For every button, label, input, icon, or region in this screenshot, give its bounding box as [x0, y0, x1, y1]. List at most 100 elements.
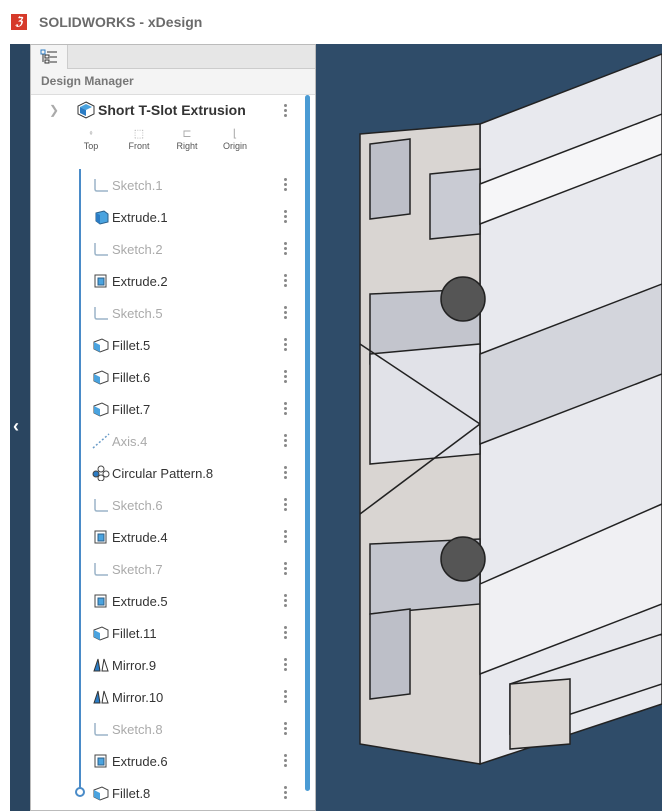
tree-item-circular-pattern-8[interactable]: Circular Pattern.8	[91, 461, 291, 485]
extrude-cut-icon	[91, 272, 111, 290]
origin-icon: ⌊	[232, 128, 238, 140]
tree-item-sketch-6[interactable]: Sketch.6	[91, 493, 291, 517]
tree-item-label: Mirror.10	[112, 689, 164, 705]
part-icon	[77, 101, 95, 119]
more-options-icon[interactable]	[282, 274, 288, 287]
tree-item-extrude-4[interactable]: Extrude.4	[91, 525, 291, 549]
rollback-marker[interactable]	[75, 787, 85, 797]
extrude-cut-icon	[91, 752, 111, 770]
tree-item-mirror-9[interactable]: Mirror.9	[91, 653, 291, 677]
tree-item-label: Fillet.6	[112, 369, 151, 385]
fillet-icon	[91, 336, 111, 354]
fillet-icon	[91, 624, 111, 642]
sketch-icon	[91, 720, 111, 738]
more-options-icon[interactable]	[282, 754, 288, 767]
tree-item-label: Circular Pattern.8	[112, 465, 214, 481]
plane-icon: ⬚	[133, 128, 145, 140]
tree-item-fillet-11[interactable]: Fillet.11	[91, 621, 291, 645]
fillet-icon	[91, 784, 111, 802]
tree-item-label: Mirror.9	[112, 657, 157, 673]
tree-item-label: Fillet.7	[112, 401, 151, 417]
tree-item-mirror-10[interactable]: Mirror.10	[91, 685, 291, 709]
tree-item-fillet-7[interactable]: Fillet.7	[91, 397, 291, 421]
plane-label: Right	[176, 141, 198, 151]
panel-tabs	[31, 45, 315, 69]
title-bar: ℨ SOLIDWORKS - xDesign	[0, 0, 662, 44]
more-options-icon[interactable]	[282, 658, 288, 671]
more-options-icon[interactable]	[282, 370, 288, 383]
extrude-cut-icon	[91, 528, 111, 546]
plane-right[interactable]: ⊏ Right	[163, 127, 211, 151]
plane-icon: ⊏	[182, 128, 192, 140]
tree-item-sketch-1[interactable]: Sketch.1	[91, 173, 291, 197]
tree-item-sketch-8[interactable]: Sketch.8	[91, 717, 291, 741]
more-options-icon[interactable]	[282, 434, 288, 447]
more-options-icon[interactable]	[282, 242, 288, 255]
more-options-icon[interactable]	[282, 178, 288, 191]
sketch-icon	[91, 560, 111, 578]
tree-item-label: Sketch.7	[112, 561, 163, 577]
tree-item-fillet-8[interactable]: Fillet.8	[91, 781, 291, 805]
sketch-icon	[91, 240, 111, 258]
more-options-icon[interactable]	[282, 498, 288, 511]
tree-item-fillet-5[interactable]: Fillet.5	[91, 333, 291, 357]
extrude-cut-icon	[91, 592, 111, 610]
tree-item-label: Fillet.11	[112, 625, 157, 641]
panel-title: Design Manager	[31, 69, 315, 95]
tree-item-label: Sketch.8	[112, 721, 163, 737]
fillet-icon	[91, 368, 111, 386]
tree-item-label: Extrude.5	[112, 593, 168, 609]
solidworks-logo-icon: ℨ	[11, 14, 27, 30]
root-part[interactable]: ❯ Short T-Slot Extrusion	[31, 99, 301, 121]
more-options-icon[interactable]	[282, 530, 288, 543]
more-options-icon[interactable]	[282, 103, 288, 117]
tree-item-label: Sketch.2	[112, 241, 163, 257]
circular-pattern-icon	[91, 464, 111, 482]
tree-item-label: Fillet.5	[112, 337, 151, 353]
more-options-icon[interactable]	[282, 594, 288, 607]
scrollbar[interactable]	[305, 95, 310, 791]
tree-item-extrude-5[interactable]: Extrude.5	[91, 589, 291, 613]
plane-icon: ⬫	[89, 127, 93, 139]
tree-item-label: Sketch.6	[112, 497, 163, 513]
extrude-icon	[91, 208, 111, 226]
tree-item-label: Sketch.5	[112, 305, 163, 321]
axis-icon	[91, 432, 111, 450]
tree-item-extrude-2[interactable]: Extrude.2	[91, 269, 291, 293]
plane-front[interactable]: ⬚ Front	[115, 127, 163, 151]
more-options-icon[interactable]	[282, 338, 288, 351]
tree-item-axis-4[interactable]: Axis.4	[91, 429, 291, 453]
plane-label: Top	[83, 141, 99, 151]
tree-item-label: Sketch.1	[112, 177, 163, 193]
chevron-down-icon[interactable]: ❯	[49, 103, 59, 117]
fillet-icon	[91, 400, 111, 418]
origin[interactable]: ⌊ Origin	[211, 127, 259, 151]
plane-label: Origin	[222, 141, 247, 151]
tree-item-sketch-5[interactable]: Sketch.5	[91, 301, 291, 325]
tree-item-extrude-6[interactable]: Extrude.6	[91, 749, 291, 773]
more-options-icon[interactable]	[282, 402, 288, 415]
tree-item-label: Axis.4	[112, 433, 148, 449]
tree-item-label: Fillet.8	[112, 785, 151, 801]
plane-top[interactable]: ⬫ Top	[67, 127, 115, 151]
more-options-icon[interactable]	[282, 306, 288, 319]
chevron-left-icon: ‹	[13, 416, 19, 436]
sketch-icon	[91, 496, 111, 514]
tab-design-manager[interactable]	[31, 45, 68, 69]
tree-item-fillet-6[interactable]: Fillet.6	[91, 365, 291, 389]
more-options-icon[interactable]	[282, 562, 288, 575]
more-options-icon[interactable]	[282, 626, 288, 639]
more-options-icon[interactable]	[282, 722, 288, 735]
more-options-icon[interactable]	[282, 466, 288, 479]
tree-item-sketch-2[interactable]: Sketch.2	[91, 237, 291, 261]
more-options-icon[interactable]	[282, 210, 288, 223]
tree-item-label: Extrude.2	[112, 273, 168, 289]
root-label: Short T-Slot Extrusion	[98, 102, 246, 118]
tree-icon	[40, 49, 57, 64]
sketch-icon	[91, 304, 111, 322]
more-options-icon[interactable]	[282, 690, 288, 703]
tree-item-extrude-1[interactable]: Extrude.1	[91, 205, 291, 229]
collapse-panel-button[interactable]: ‹	[10, 44, 30, 811]
tree-item-sketch-7[interactable]: Sketch.7	[91, 557, 291, 581]
more-options-icon[interactable]	[282, 786, 288, 799]
